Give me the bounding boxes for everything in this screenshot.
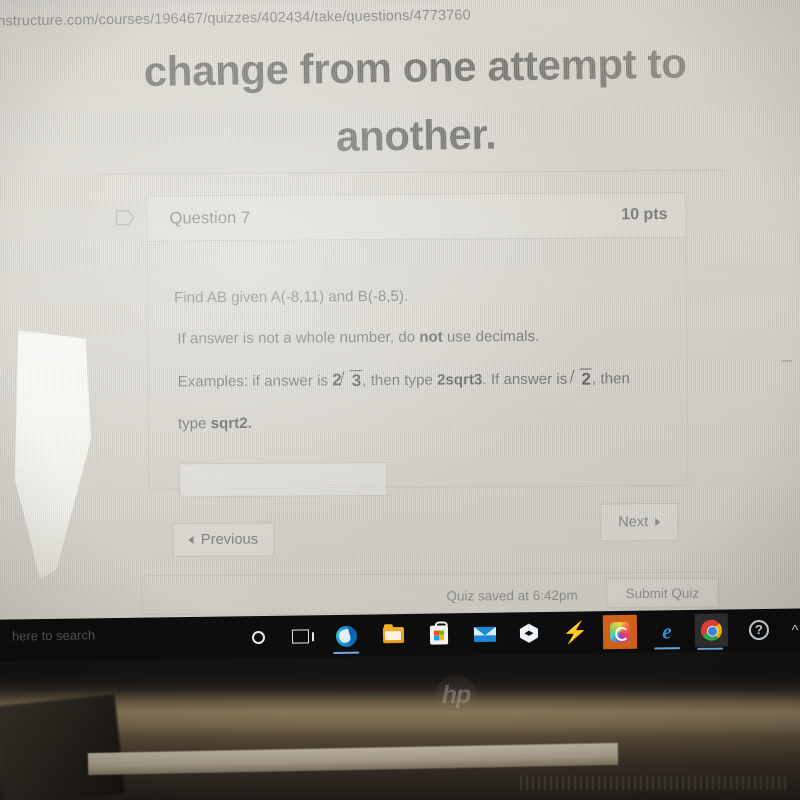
triangle-left-icon (188, 535, 194, 545)
cortana-circle-icon (251, 630, 265, 644)
taskbar-item-dropbox[interactable] (515, 618, 545, 648)
instruction-post: use decimals. (442, 327, 540, 346)
taskbar-item-lightning[interactable]: ⚡ (560, 617, 590, 647)
canvas-quiz-page: sd.instructure.com/courses/196467/quizze… (0, 0, 800, 641)
taskbar-item-creative-cloud[interactable] (602, 614, 638, 650)
previous-question-button[interactable]: Previous (172, 522, 275, 558)
taskbar-search-label[interactable]: here to search (12, 627, 95, 643)
file-explorer-icon (382, 627, 404, 644)
microsoft-store-icon (429, 624, 449, 645)
internet-explorer-icon: e (662, 618, 672, 643)
hp-logo: hp (436, 675, 476, 715)
question-body: Find AB given A(-8,11) and B(-8,5). If a… (146, 237, 689, 498)
chevron-up-icon: ^ (791, 621, 799, 638)
next-question-button[interactable]: Next (600, 502, 679, 542)
bookmark-flag-icon[interactable] (115, 210, 135, 226)
question-instruction: If answer is not a whole number, do not … (174, 325, 660, 350)
laptop-vent (520, 776, 790, 790)
page-title-line-2: another. (335, 110, 497, 161)
radical-1-bar (349, 369, 363, 372)
page-title-line-1: change from one attempt to (143, 39, 687, 95)
question-examples-line-1: Examples: if answer is 2 3, then type 2sq… (175, 366, 661, 395)
radical-1-value: 3 (351, 370, 362, 390)
edge-mark (781, 359, 792, 363)
taskbar-item-chrome[interactable] (694, 613, 729, 647)
radical-2-tick (569, 369, 583, 383)
examples-mid-3: , then (591, 369, 630, 388)
mail-icon (473, 626, 497, 642)
taskbar-show-hidden-icons[interactable]: ^ (780, 614, 800, 644)
taskbar-item-internet-explorer[interactable]: e (652, 616, 682, 646)
task-view-icon (291, 629, 309, 644)
photo-of-laptop-screen: hp sd.instructure.com/courses/196467/qui… (0, 0, 800, 800)
radical-2-value: 2 (581, 369, 592, 389)
triangle-right-icon (655, 518, 661, 527)
taskbar-item-help[interactable]: ? (744, 615, 774, 645)
submit-quiz-button[interactable]: Submit Quiz (606, 577, 719, 609)
question-card: Question 7 10 pts Find AB given A(-8,11)… (115, 191, 689, 498)
examples-type-1: 2sqrt3 (437, 370, 483, 389)
taskbar-item-mail[interactable] (470, 619, 500, 649)
address-bar-url[interactable]: sd.instructure.com/courses/196467/quizze… (0, 7, 534, 29)
examples-mid-1: , then type (362, 371, 438, 389)
taskbar-item-file-explorer[interactable] (378, 620, 408, 650)
radical-1: 3 (339, 369, 363, 394)
taskbar-item-store[interactable] (424, 619, 454, 649)
question-examples-line-2: type sqrt2. (175, 410, 661, 435)
adobe-creative-cloud-icon (609, 621, 631, 643)
edge-icon (335, 625, 357, 647)
question-points: 10 pts (621, 205, 668, 224)
instruction-pre: If answer is not a whole number, do (177, 328, 420, 348)
help-icon: ? (748, 619, 770, 641)
taskbar-item-task-view[interactable] (285, 621, 315, 651)
taskbar-item-edge[interactable] (331, 621, 361, 651)
examples-pre: Examples: if answer is (177, 371, 333, 390)
chrome-icon (700, 619, 723, 641)
radical-2-bar (579, 368, 592, 370)
desk-surface (0, 694, 125, 800)
quiz-saved-status: Quiz saved at 6:42pm (446, 587, 578, 604)
lightning-bolt-icon: ⚡ (561, 620, 589, 645)
instruction-emphasis: not (419, 328, 443, 346)
examples-mid-2: . If answer is (482, 370, 572, 388)
question-header: Question 7 10 pts (146, 191, 687, 242)
examples-line2-pre: type (177, 415, 211, 433)
radical-1-tick (339, 370, 353, 384)
page-title: change from one attempt to another. (105, 29, 727, 175)
examples-type-2: sqrt2. (210, 415, 252, 433)
question-number: Question 7 (169, 208, 251, 227)
radical-2: 2 (569, 367, 592, 392)
question-prompt: Find AB given A(-8,11) and B(-8,5). (174, 287, 409, 307)
taskbar-item-cortana[interactable] (243, 622, 273, 652)
previous-button-label: Previous (200, 531, 259, 548)
laptop-screen: sd.instructure.com/courses/196467/quizze… (0, 0, 800, 641)
dropbox-icon (519, 623, 540, 643)
next-button-label: Next (618, 514, 649, 531)
answer-input[interactable] (179, 461, 388, 498)
